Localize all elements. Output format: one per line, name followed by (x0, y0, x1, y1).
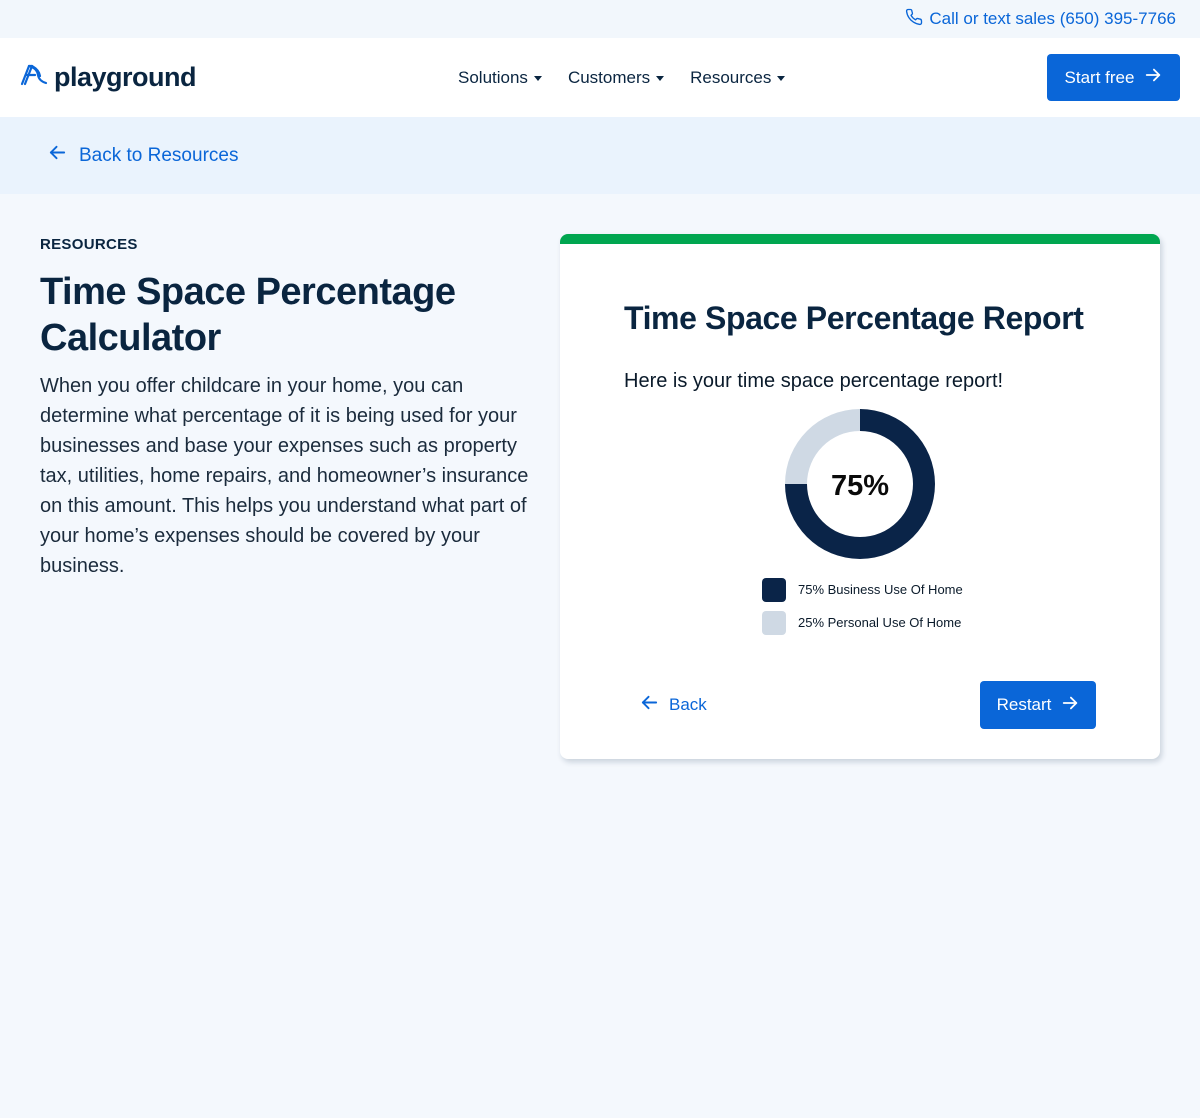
nav-item-label: Resources (690, 67, 772, 87)
restart-button-label: Restart (996, 695, 1052, 714)
slide-logo-icon (20, 62, 48, 93)
nav-item-customers[interactable]: Customers (567, 67, 665, 88)
legend-label: 75% Business Use Of Home (798, 582, 963, 597)
start-free-button[interactable]: Start free (1047, 54, 1180, 101)
back-button[interactable]: Back (640, 681, 707, 729)
arrow-left-icon (48, 143, 67, 168)
legend-label: 25% Personal Use Of Home (798, 615, 962, 630)
report-title: Time Space Percentage Report (624, 300, 1084, 336)
intro-section: RESOURCES Time Space Percentage Calculat… (40, 236, 530, 581)
nav-item-label: Solutions (458, 67, 528, 87)
call-sales-label: Call or text sales (650) 395-7766 (929, 9, 1176, 28)
nav-item-label: Customers (567, 67, 651, 87)
call-sales-link[interactable]: Call or text sales (650) 395-7766 (905, 8, 1176, 31)
top-utility-bar: Call or text sales (650) 395-7766 (0, 0, 1200, 38)
logo-text: playground (54, 62, 197, 92)
caret-down-icon (533, 76, 542, 81)
report-card: Time Space Percentage Report Here is you… (560, 234, 1160, 759)
report-subtitle: Here is your time space percentage repor… (624, 370, 1004, 392)
page-title: Time Space Percentage Calculator (40, 271, 456, 359)
caret-down-icon (656, 76, 665, 81)
arrow-right-icon (1061, 694, 1079, 717)
back-button-label: Back (669, 695, 707, 714)
arrow-left-icon (640, 693, 659, 717)
arrow-right-icon (1144, 66, 1162, 89)
phone-icon (905, 8, 923, 31)
restart-button[interactable]: Restart (980, 681, 1096, 729)
nav-item-resources[interactable]: Resources (690, 67, 786, 88)
page-description: When you offer childcare in your home, y… (40, 375, 529, 577)
chart-legend: 75% Business Use Of Home 25% Personal Us… (762, 573, 963, 639)
section-eyebrow: RESOURCES (40, 236, 138, 253)
legend-item: 25% Personal Use Of Home (762, 606, 963, 639)
start-free-label: Start free (1064, 67, 1135, 87)
legend-swatch (762, 577, 786, 602)
back-to-resources-link[interactable]: Back to Resources (48, 143, 238, 168)
nav-item-solutions[interactable]: Solutions (458, 68, 542, 88)
primary-nav: Solutions Customers Resources (458, 38, 786, 117)
caret-down-icon (777, 76, 786, 81)
back-to-resources-label: Back to Resources (79, 144, 239, 166)
donut-center-label: 75% (831, 470, 889, 502)
playground-logo[interactable]: playground (20, 62, 197, 93)
legend-swatch (762, 610, 786, 635)
back-band: Back to Resources (0, 117, 1200, 194)
main-navbar: playground Solutions Customers Resources… (0, 38, 1200, 117)
donut-chart: 75% (785, 409, 935, 559)
legend-item: 75% Business Use Of Home (762, 573, 963, 606)
